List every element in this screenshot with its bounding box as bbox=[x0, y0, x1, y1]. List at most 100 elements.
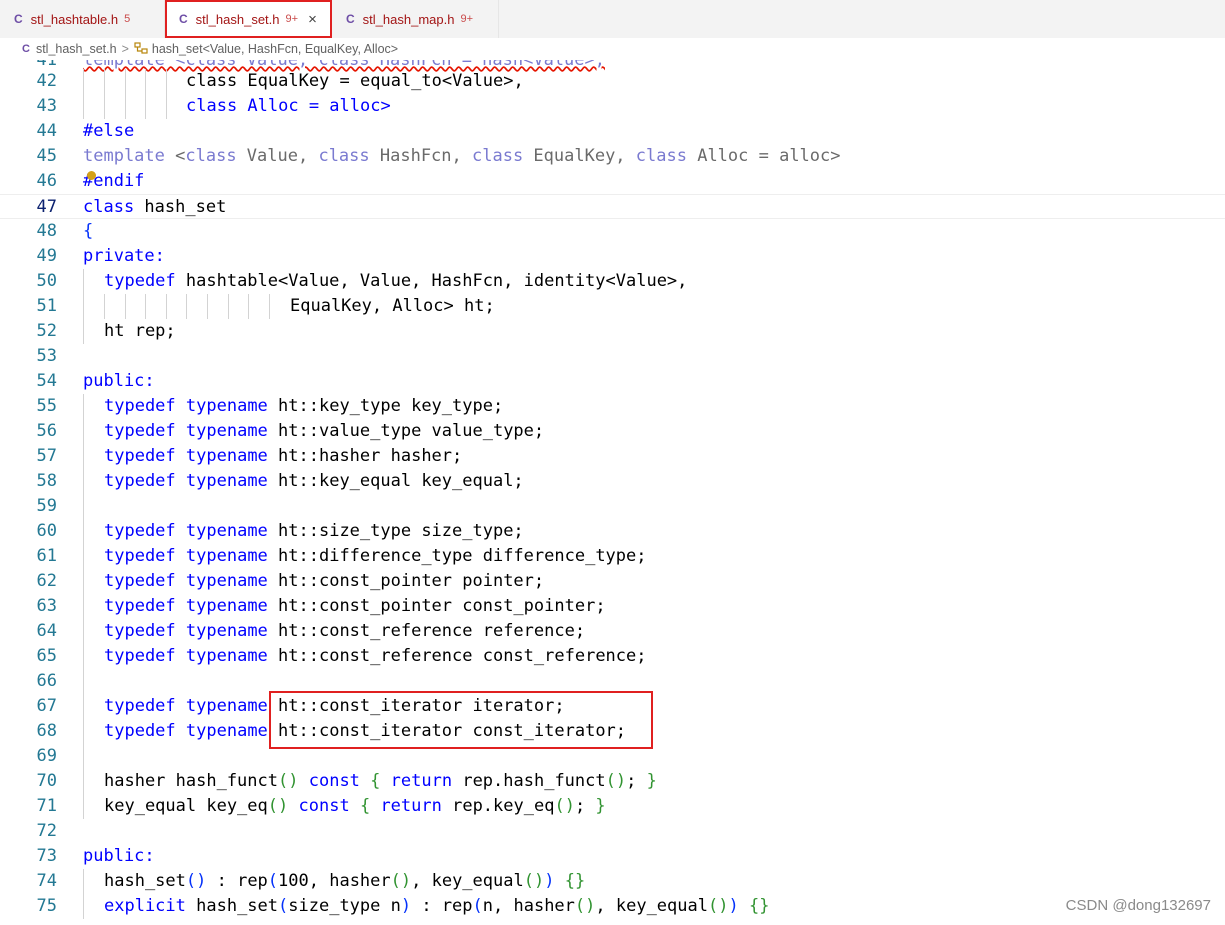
line-number: 53 bbox=[36, 346, 57, 366]
code-line: 73 public: bbox=[0, 844, 1225, 869]
indent-guide bbox=[83, 394, 84, 419]
problem-count-badge: 5 bbox=[124, 13, 131, 25]
tab-stl-hash-map[interactable]: C stl_hash_map.h 9+ bbox=[332, 0, 499, 38]
indent-guide bbox=[83, 594, 84, 619]
line-number: 43 bbox=[36, 96, 57, 116]
indent-guide bbox=[83, 894, 84, 919]
indent-guide bbox=[83, 694, 84, 719]
code-line: 56 typedef typename ht::value_type value… bbox=[0, 419, 1225, 444]
code-line: 48 { bbox=[0, 219, 1225, 244]
problem-count-badge: 9+ bbox=[460, 13, 473, 25]
line-number: 62 bbox=[36, 571, 57, 591]
indent-guide bbox=[83, 494, 84, 519]
indent-guide bbox=[83, 619, 84, 644]
indent-guide bbox=[83, 544, 84, 569]
indent-guide bbox=[166, 69, 167, 94]
tab-stl-hashtable[interactable]: C stl_hashtable.h 5 bbox=[0, 0, 165, 38]
code-text: ht rep; bbox=[104, 321, 176, 341]
code-line: 46 #endif bbox=[0, 169, 1225, 194]
code-text: template <class Value, class HashFcn, cl… bbox=[83, 146, 841, 166]
line-number: 73 bbox=[36, 846, 57, 866]
code-text: class Alloc = alloc> bbox=[186, 96, 391, 116]
tab-stl-hash-set[interactable]: C stl_hash_set.h 9+ × bbox=[165, 0, 332, 38]
line-number: 42 bbox=[36, 71, 57, 91]
code-line: 64 typedef typename ht::const_reference … bbox=[0, 619, 1225, 644]
indent-guide bbox=[166, 294, 167, 319]
line-number: 57 bbox=[36, 446, 57, 466]
line-number: 65 bbox=[36, 646, 57, 666]
code-line: 74 hash_set() : rep(100, hasher(), key_e… bbox=[0, 869, 1225, 894]
indent-guide bbox=[83, 644, 84, 669]
indent-guide bbox=[83, 719, 84, 744]
line-number: 59 bbox=[36, 496, 57, 516]
code-line: 65 typedef typename ht::const_reference … bbox=[0, 644, 1225, 669]
c-file-icon: C bbox=[179, 12, 188, 26]
code-text: #else bbox=[83, 121, 135, 141]
code-text: public: bbox=[83, 846, 155, 866]
code-text: typedef typename ht::const_reference con… bbox=[104, 646, 647, 666]
line-number: 46 bbox=[36, 171, 57, 191]
code-text: typedef typename ht::const_reference ref… bbox=[104, 621, 586, 641]
line-number: 61 bbox=[36, 546, 57, 566]
indent-guide bbox=[207, 294, 208, 319]
code-text: hasher hash_funct() const { return rep.h… bbox=[104, 771, 657, 791]
code-line: 50 typedef hashtable<Value, Value, HashF… bbox=[0, 269, 1225, 294]
indent-guide bbox=[83, 444, 84, 469]
indent-guide bbox=[125, 94, 126, 119]
code-text: typedef typename ht::const_pointer point… bbox=[104, 571, 545, 591]
code-line: 55 typedef typename ht::key_type key_typ… bbox=[0, 394, 1225, 419]
code-line: 61 typedef typename ht::difference_type … bbox=[0, 544, 1225, 569]
annotation-highlight-box bbox=[269, 691, 653, 749]
indent-guide bbox=[83, 69, 84, 94]
indent-guide bbox=[104, 94, 105, 119]
line-number: 66 bbox=[36, 671, 57, 691]
code-line: 69 bbox=[0, 744, 1225, 769]
code-line: 45 template <class Value, class HashFcn,… bbox=[0, 144, 1225, 169]
code-text: key_equal key_eq() const { return rep.ke… bbox=[104, 796, 606, 816]
code-text: { bbox=[83, 221, 94, 241]
code-line: 53 bbox=[0, 344, 1225, 369]
code-line: 54 public: bbox=[0, 369, 1225, 394]
code-line: 42 class EqualKey = equal_to<Value>, bbox=[0, 69, 1225, 94]
line-number: 68 bbox=[36, 721, 57, 741]
code-text: typedef typename ht::value_type value_ty… bbox=[104, 421, 545, 441]
problem-count-badge: 9+ bbox=[285, 13, 299, 25]
line-number: 74 bbox=[36, 871, 57, 891]
code-line-current: 47 class hash_set bbox=[0, 194, 1225, 219]
code-text: typedef typename ht::key_type key_type; bbox=[104, 396, 504, 416]
editor-tab-bar: C stl_hashtable.h 5 C stl_hash_set.h 9+ … bbox=[0, 0, 1225, 38]
line-number: 67 bbox=[36, 696, 57, 716]
indent-guide bbox=[125, 69, 126, 94]
breadcrumb: C stl_hash_set.h > hash_set<Value, HashF… bbox=[0, 38, 1225, 60]
indent-guide bbox=[83, 419, 84, 444]
line-number: 64 bbox=[36, 621, 57, 641]
line-number: 56 bbox=[36, 421, 57, 441]
line-number: 54 bbox=[36, 371, 57, 391]
code-text: private: bbox=[83, 246, 165, 266]
code-text: EqualKey, Alloc> ht; bbox=[290, 296, 495, 316]
indent-guide bbox=[248, 294, 249, 319]
line-number: 72 bbox=[36, 821, 57, 841]
lightbulb-icon[interactable] bbox=[87, 171, 96, 180]
line-number: 47 bbox=[36, 197, 57, 217]
line-number: 48 bbox=[36, 221, 57, 241]
tab-label: stl_hashtable.h bbox=[30, 11, 119, 27]
breadcrumb-file[interactable]: stl_hash_set.h bbox=[36, 42, 117, 56]
indent-guide bbox=[83, 669, 84, 694]
indent-guide bbox=[83, 269, 84, 294]
code-editor[interactable]: 41 template <class Value, class HashFcn … bbox=[0, 60, 1225, 925]
code-text: public: bbox=[83, 371, 155, 391]
code-line: 71 key_equal key_eq() const { return rep… bbox=[0, 794, 1225, 819]
code-line: 44 #else bbox=[0, 119, 1225, 144]
line-number: 63 bbox=[36, 596, 57, 616]
breadcrumb-symbol[interactable]: hash_set<Value, HashFcn, EqualKey, Alloc… bbox=[152, 42, 398, 56]
indent-guide bbox=[83, 794, 84, 819]
indent-guide bbox=[186, 294, 187, 319]
code-text: class hash_set bbox=[83, 197, 227, 217]
code-text: typedef typename ht::const_pointer const… bbox=[104, 596, 606, 616]
line-number: 70 bbox=[36, 771, 57, 791]
indent-guide bbox=[104, 69, 105, 94]
code-text: typedef typename ht::size_type size_type… bbox=[104, 521, 524, 541]
line-number: 58 bbox=[36, 471, 57, 491]
close-icon[interactable]: × bbox=[308, 11, 317, 28]
